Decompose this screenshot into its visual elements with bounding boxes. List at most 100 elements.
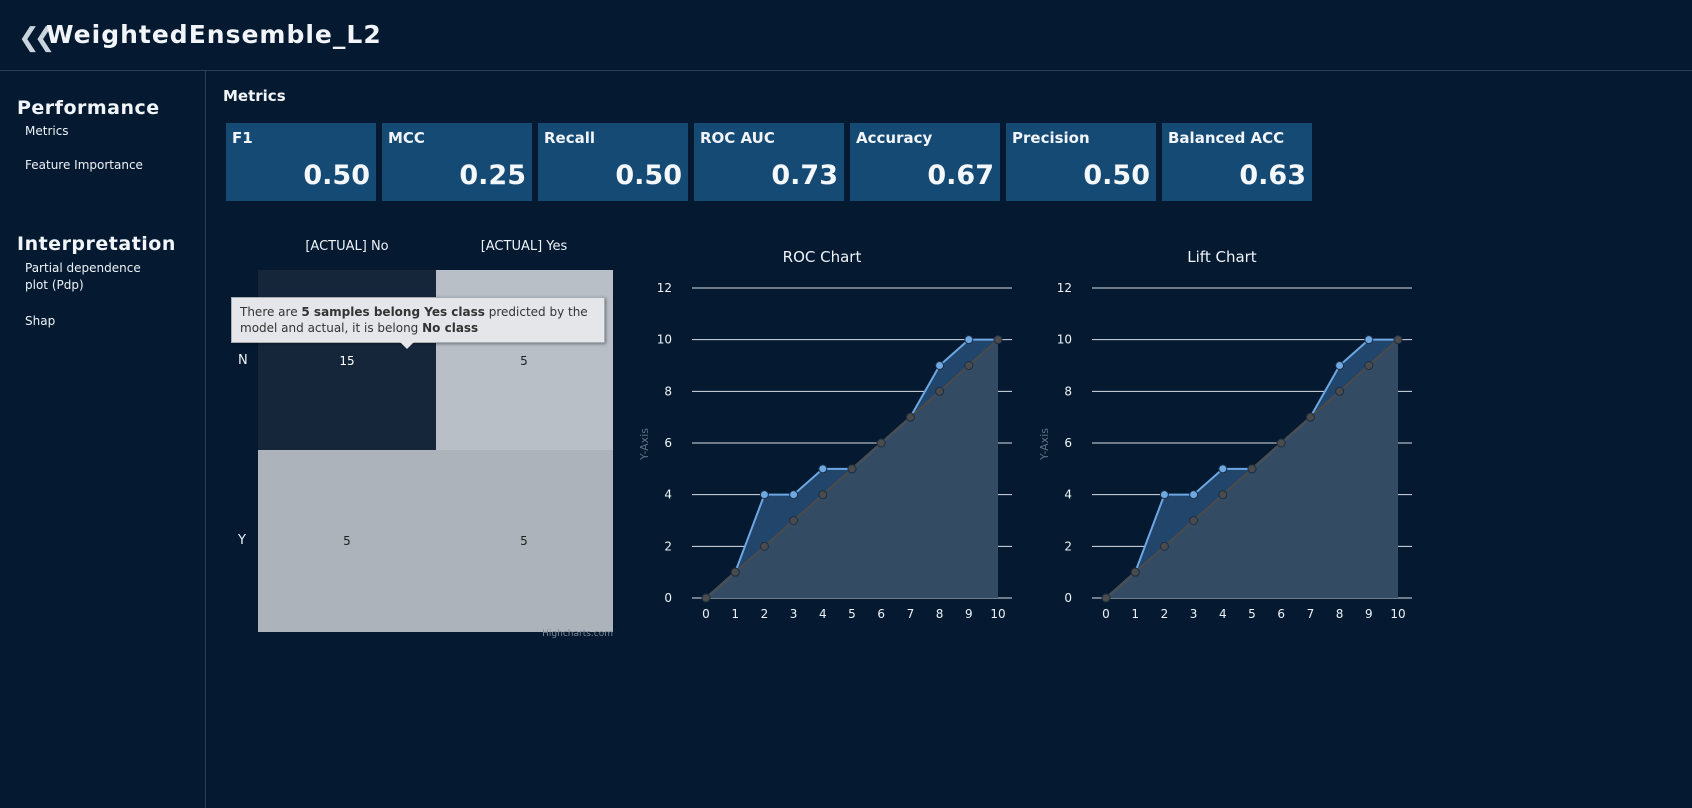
data-point[interactable]: [730, 567, 740, 577]
metric-label: ROC AUC: [700, 129, 775, 147]
data-point[interactable]: [935, 386, 945, 396]
y-tick-label: 2: [664, 539, 672, 553]
sidebar-section-performance: Performance: [17, 97, 160, 119]
data-point[interactable]: [1364, 361, 1374, 370]
metric-card-mcc: MCC 0.25: [382, 123, 532, 201]
roc-chart: ROC Chart Y-Axis 0246810120 1 2 3 4 5 6 7 8 9 10: [638, 248, 1012, 621]
heatmap-y-label: N: [238, 353, 248, 368]
tooltip-bold: No class: [422, 321, 479, 335]
metric-label: F1: [232, 129, 253, 147]
data-point[interactable]: [1276, 438, 1286, 448]
data-point[interactable]: [993, 335, 1003, 345]
x-tick-label: 8: [1336, 607, 1344, 621]
heatmap-y-label: Y: [237, 533, 246, 548]
data-point[interactable]: [1335, 386, 1345, 396]
data-point[interactable]: [818, 464, 828, 474]
x-tick-label: 7: [1307, 607, 1315, 621]
data-point[interactable]: [1189, 516, 1199, 525]
data-point[interactable]: [1130, 567, 1140, 577]
data-point[interactable]: [964, 361, 974, 370]
metric-label: Accuracy: [856, 129, 933, 147]
data-point[interactable]: [759, 541, 769, 551]
y-tick-label: 12: [1057, 281, 1072, 295]
data-point[interactable]: [1159, 490, 1169, 500]
y-tick-label: 10: [657, 333, 672, 347]
data-point[interactable]: [1247, 464, 1257, 474]
data-point[interactable]: [789, 490, 799, 500]
sidebar: Performance Metrics Feature Importance I…: [16, 70, 206, 808]
y-axis-title: Y-Axis: [638, 428, 651, 461]
x-tick-label: 2: [761, 607, 769, 621]
y-tick-label: 10: [1057, 333, 1072, 347]
data-point[interactable]: [876, 438, 886, 448]
data-point[interactable]: [789, 516, 799, 525]
y-tick-label: 12: [657, 281, 672, 295]
heatmap-x-label: [ACTUAL] Yes: [481, 239, 568, 254]
metric-label: MCC: [388, 129, 425, 147]
data-point[interactable]: [1335, 361, 1345, 370]
metric-card-f1: F1 0.50: [226, 123, 376, 201]
data-point[interactable]: [935, 361, 945, 370]
heatmap-cell-value: 5: [520, 534, 528, 548]
data-point[interactable]: [1393, 335, 1403, 345]
y-tick-label: 0: [664, 591, 672, 605]
metric-card-roc-auc: ROC AUC 0.73: [694, 123, 844, 201]
confusion-matrix-chart: [ACTUAL] No [ACTUAL] Yes N Y 15 5 5 5 Hi…: [237, 239, 613, 639]
x-tick-label: 10: [1390, 607, 1405, 621]
metric-value: 0.73: [771, 160, 838, 191]
x-tick-label: 2: [1161, 607, 1169, 621]
x-tick-label: 6: [1277, 607, 1285, 621]
data-point[interactable]: [701, 593, 711, 603]
x-tick-label: 5: [848, 607, 856, 621]
data-point[interactable]: [1218, 464, 1228, 474]
chart-credits[interactable]: Highcharts.com: [542, 629, 613, 639]
x-tick-label: 0: [1102, 607, 1110, 621]
x-tick-label: 8: [936, 607, 944, 621]
metric-card-balanced-acc: Balanced ACC 0.63: [1162, 123, 1312, 201]
x-tick-label: 4: [1219, 607, 1227, 621]
sidebar-item-feature-importance[interactable]: Feature Importance: [25, 157, 185, 174]
tooltip-bold: 5 samples belong Yes class: [301, 305, 485, 319]
x-tick-label: 1: [1131, 607, 1139, 621]
data-point[interactable]: [818, 490, 828, 500]
x-tick-label: 7: [907, 607, 915, 621]
x-tick-label: 5: [1248, 607, 1256, 621]
data-point[interactable]: [759, 490, 769, 500]
x-tick-label: 3: [790, 607, 798, 621]
double-chevron-left-icon[interactable]: ❮❮: [18, 22, 55, 52]
data-point[interactable]: [1305, 412, 1315, 422]
metric-value: 0.67: [927, 160, 994, 191]
tooltip-text: There are: [240, 305, 302, 319]
sidebar-item-shap[interactable]: Shap: [25, 313, 185, 330]
heatmap-cell-value: 5: [520, 354, 528, 368]
data-point[interactable]: [1159, 541, 1169, 551]
y-tick-label: 6: [1064, 436, 1072, 450]
data-point[interactable]: [1364, 335, 1374, 345]
y-tick-label: 6: [664, 436, 672, 450]
y-tick-label: 0: [1064, 591, 1072, 605]
metrics-section-title: Metrics: [223, 87, 286, 105]
page-title: WeightedEnsemble_L2: [46, 20, 382, 49]
sidebar-item-pdp[interactable]: Partial dependence plot (Pdp): [25, 260, 160, 294]
header-bar: ❮❮ WeightedEnsemble_L2: [0, 0, 1692, 71]
x-tick-label: 9: [1365, 607, 1373, 621]
data-point[interactable]: [1218, 490, 1228, 500]
metric-value: 0.25: [459, 160, 526, 191]
x-tick-label: 3: [1190, 607, 1198, 621]
data-point[interactable]: [905, 412, 915, 422]
metric-label: Recall: [544, 129, 596, 147]
metric-value: 0.50: [303, 160, 370, 191]
data-point[interactable]: [847, 464, 857, 474]
heatmap-tooltip: There are 5 samples belong Yes class pre…: [231, 297, 605, 343]
heatmap-x-label: [ACTUAL] No: [305, 239, 388, 254]
data-point[interactable]: [964, 335, 974, 345]
chart-title: Lift Chart: [1187, 248, 1257, 266]
sidebar-item-metrics[interactable]: Metrics: [25, 123, 185, 140]
data-point[interactable]: [1101, 593, 1111, 603]
y-tick-label: 4: [1064, 488, 1072, 502]
data-point[interactable]: [1189, 490, 1199, 500]
y-tick-label: 8: [664, 384, 672, 398]
x-tick-label: 10: [990, 607, 1005, 621]
lift-chart: Lift Chart Y-Axis 0246810120 1 2 3 4 5 6 7 8 9 10: [1038, 248, 1412, 621]
tooltip-arrow: [400, 342, 414, 349]
